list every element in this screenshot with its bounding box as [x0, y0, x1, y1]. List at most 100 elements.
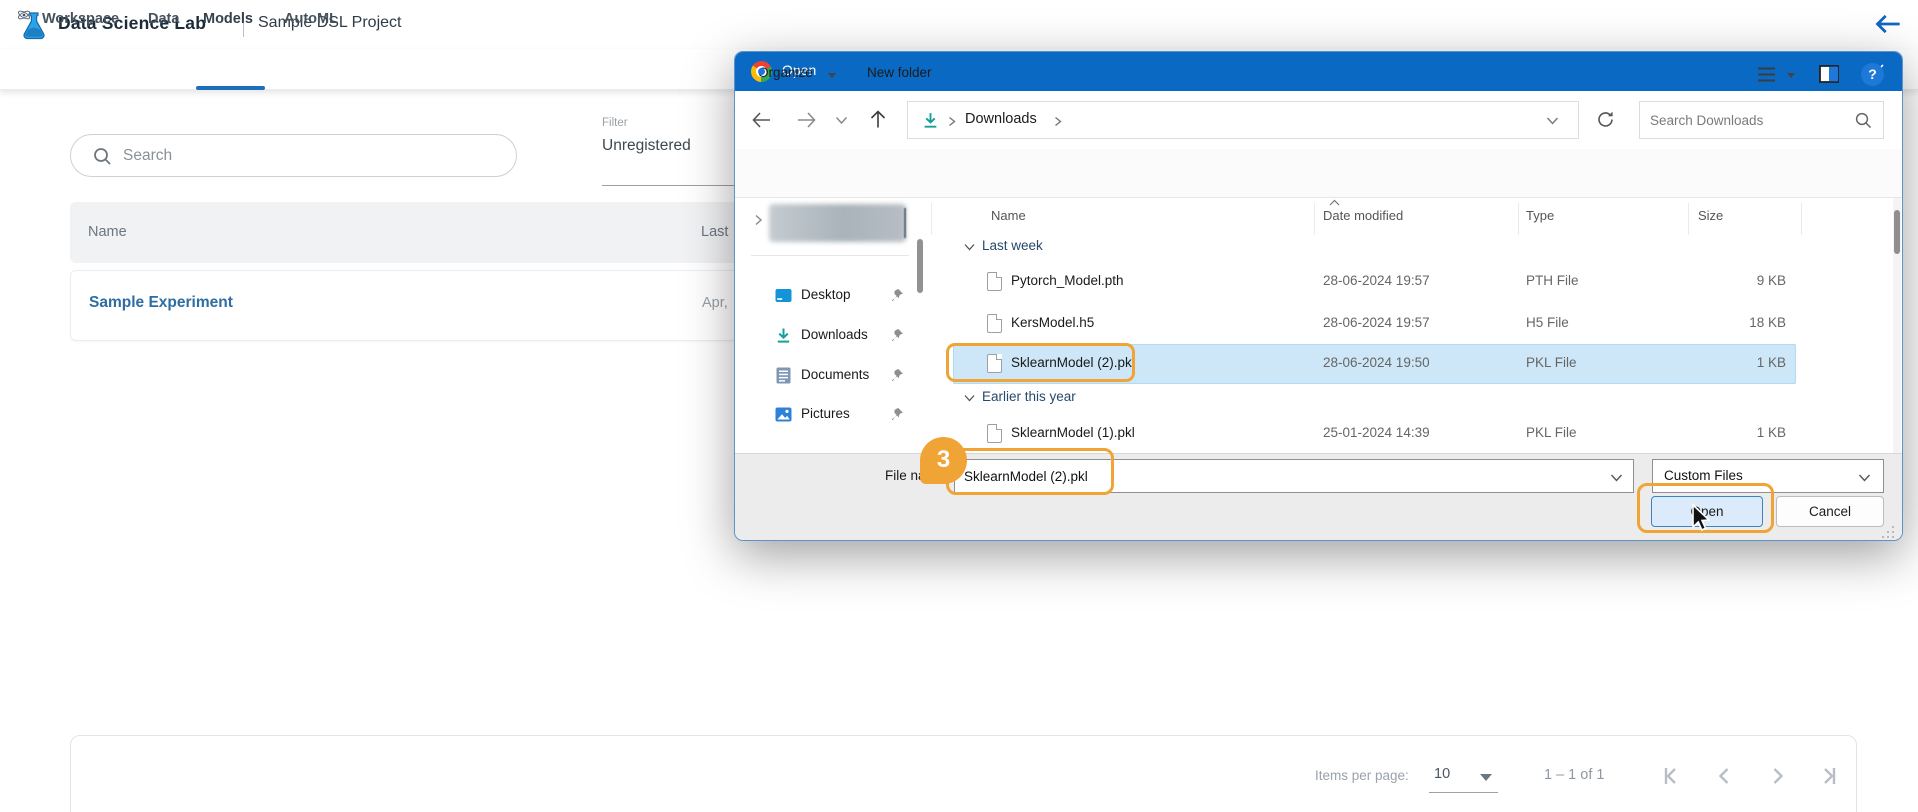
- next-page-icon[interactable]: [1766, 764, 1790, 788]
- file-row-pytorch-model[interactable]: Pytorch_Model.pth 28-06-2024 19:57 PTH F…: [953, 262, 1796, 302]
- file-type-value: Custom Files: [1664, 468, 1743, 483]
- group-earlier-this-year[interactable]: Earlier this year: [953, 388, 1453, 408]
- group-collapse-icon[interactable]: [964, 243, 975, 251]
- file-type-select[interactable]: Custom Files: [1652, 459, 1884, 493]
- organize-button[interactable]: Organize: [758, 65, 813, 80]
- group-label: Earlier this year: [982, 389, 1076, 404]
- file-icon: [987, 354, 1002, 373]
- pagination-range: 1 – 1 of 1: [1544, 767, 1604, 783]
- file-type: PKL File: [1526, 355, 1577, 370]
- new-folder-button[interactable]: New folder: [867, 65, 932, 80]
- items-per-page-select[interactable]: 10: [1434, 766, 1450, 782]
- dialog-toolbar: [735, 149, 1902, 198]
- items-per-page-caret-icon[interactable]: [1480, 774, 1492, 781]
- refresh-icon[interactable]: [1595, 109, 1616, 130]
- sidebar-scrollbar[interactable]: [917, 239, 923, 293]
- file-date: 25-01-2024 14:39: [1323, 425, 1430, 440]
- pin-icon[interactable]: [890, 288, 904, 302]
- file-date: 28-06-2024 19:57: [1323, 315, 1430, 330]
- nav-up-icon[interactable]: [868, 109, 888, 130]
- group-label: Last week: [982, 238, 1043, 253]
- filter-label: Filter: [602, 117, 628, 129]
- pin-icon[interactable]: [890, 328, 904, 342]
- sidebar-item-documents[interactable]: Documents: [769, 362, 915, 390]
- last-page-icon[interactable]: [1818, 764, 1842, 788]
- active-tab-underline: [196, 86, 265, 90]
- address-bar[interactable]: Downloads: [907, 101, 1579, 139]
- file-name: KersModel.h5: [1011, 315, 1094, 330]
- tab-automl[interactable]: AutoML: [284, 11, 338, 27]
- documents-icon: [775, 367, 792, 384]
- column-divider: [1518, 203, 1519, 235]
- pictures-icon: [775, 406, 792, 423]
- sidebar-item-label: Pictures: [801, 406, 850, 421]
- nav-history-chevron-icon[interactable]: [835, 116, 848, 125]
- file-row-sklearnmodel-2-selected[interactable]: SklearnModel (2).pkl 28-06-2024 19:50 PK…: [953, 344, 1796, 384]
- organize-caret-icon[interactable]: [828, 73, 836, 78]
- sidebar-item-downloads[interactable]: Downloads: [769, 322, 915, 350]
- first-page-icon[interactable]: [1658, 764, 1682, 788]
- dialog-search-box[interactable]: [1639, 101, 1884, 139]
- file-name-dropdown-icon[interactable]: [1610, 474, 1623, 482]
- list-scrollbar[interactable]: [1894, 210, 1900, 254]
- tab-data[interactable]: Data: [148, 11, 179, 27]
- nav-back-icon[interactable]: [751, 110, 772, 130]
- file-name: Pytorch_Model.pth: [1011, 273, 1124, 288]
- tab-workspace[interactable]: Workspace: [42, 11, 119, 27]
- file-size: 18 KB: [1749, 315, 1786, 330]
- experiment-search[interactable]: [70, 134, 517, 177]
- nav-forward-icon[interactable]: [796, 110, 817, 130]
- list-column-type[interactable]: Type: [1526, 208, 1554, 223]
- list-column-name[interactable]: Name: [991, 208, 1026, 223]
- file-size: 9 KB: [1757, 273, 1786, 288]
- file-name-input[interactable]: [964, 461, 1604, 491]
- search-input[interactable]: [123, 136, 503, 175]
- group-last-week[interactable]: Last week: [953, 237, 1453, 257]
- sidebar-item-redacted[interactable]: [769, 204, 906, 242]
- experiment-link[interactable]: Sample Experiment: [89, 294, 233, 312]
- column-header-last-modified[interactable]: Last: [701, 224, 728, 240]
- file-name: SklearnModel (1).pkl: [1011, 425, 1135, 440]
- filter-underline: [602, 185, 753, 186]
- pin-icon[interactable]: [890, 368, 904, 382]
- file-icon: [987, 314, 1002, 333]
- file-size: 1 KB: [1757, 425, 1786, 440]
- file-name: SklearnModel (2).pkl: [1011, 355, 1135, 370]
- list-column-date-modified[interactable]: Date modified: [1323, 208, 1403, 223]
- breadcrumb-downloads[interactable]: Downloads: [965, 111, 1037, 127]
- preview-pane-icon[interactable]: [1819, 65, 1839, 83]
- breadcrumb-chevron-icon[interactable]: [948, 116, 956, 127]
- sidebar-divider: [751, 255, 909, 256]
- column-divider: [1801, 203, 1802, 235]
- mouse-cursor: [1686, 502, 1710, 534]
- previous-page-icon[interactable]: [1712, 764, 1736, 788]
- help-icon[interactable]: ?: [1861, 63, 1884, 86]
- file-type-dropdown-icon: [1858, 474, 1871, 482]
- file-name-field[interactable]: [954, 459, 1634, 493]
- sidebar-item-desktop[interactable]: Desktop: [769, 282, 915, 310]
- file-row-sklearnmodel-1[interactable]: SklearnModel (1).pkl 25-01-2024 14:39 PK…: [953, 414, 1796, 454]
- sidebar-item-label: Desktop: [801, 287, 851, 302]
- breadcrumb-chevron-icon[interactable]: [1054, 116, 1062, 127]
- resize-grip[interactable]: [1882, 526, 1894, 538]
- view-mode-icon[interactable]: [1757, 66, 1776, 83]
- file-row-kersmodel[interactable]: KersModel.h5 28-06-2024 19:57 H5 File 18…: [953, 304, 1796, 344]
- search-icon: [93, 147, 112, 166]
- filter-select[interactable]: Unregistered: [602, 137, 691, 155]
- column-header-name[interactable]: Name: [88, 224, 127, 240]
- tab-models[interactable]: Models: [203, 11, 253, 27]
- sidebar-item-pictures[interactable]: Pictures: [769, 401, 915, 429]
- downloads-folder-icon: [922, 112, 939, 129]
- pin-icon[interactable]: [890, 407, 904, 421]
- back-arrow-icon[interactable]: [1874, 11, 1902, 37]
- file-open-dialog: Open Downloads: [734, 51, 1903, 541]
- address-dropdown-icon[interactable]: [1546, 117, 1559, 125]
- dialog-search-input[interactable]: [1650, 103, 1850, 137]
- view-mode-caret-icon[interactable]: [1787, 73, 1795, 78]
- sidebar-expander-icon[interactable]: [754, 214, 763, 226]
- cancel-button[interactable]: Cancel: [1776, 496, 1884, 527]
- group-collapse-icon[interactable]: [964, 394, 975, 402]
- file-name-label: File name:: [885, 468, 948, 483]
- file-icon: [987, 424, 1002, 443]
- list-column-size[interactable]: Size: [1698, 208, 1723, 223]
